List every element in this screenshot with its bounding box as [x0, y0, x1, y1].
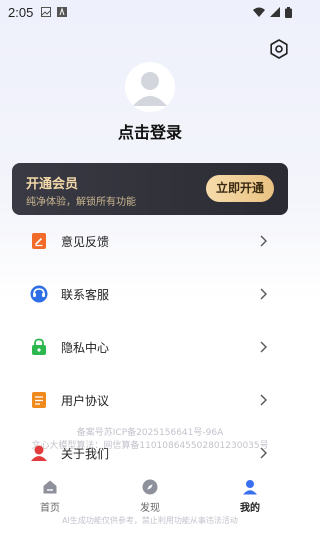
tab-label: 发现 [140, 503, 160, 514]
chevron-right-icon [260, 394, 267, 406]
chevron-right-icon [260, 288, 267, 300]
menu-item-label: 关于我们 [61, 446, 110, 461]
chevron-right-icon [260, 341, 267, 353]
compass-icon [142, 479, 158, 495]
feedback-icon [32, 233, 46, 249]
tab-discover[interactable]: 发现 [100, 470, 200, 515]
menu-item-label: 意见反馈 [61, 234, 110, 249]
settings-hexagon-icon[interactable] [268, 38, 290, 60]
wifi-icon [253, 7, 265, 17]
tab-label: 我的 [240, 503, 260, 514]
home-icon [43, 480, 57, 494]
about-us-icon [31, 445, 47, 461]
gallery-notification-icon [41, 7, 52, 17]
vip-subtitle: 纯净体验，解锁所有功能 [26, 197, 136, 208]
menu-item-label: 联系客服 [61, 287, 110, 302]
login-prompt[interactable]: 点击登录 [0, 119, 300, 143]
battery-icon [285, 6, 292, 18]
status-time: 2:05 [8, 4, 34, 20]
menu-item-label: 隐私中心 [61, 340, 110, 355]
chevron-right-icon [260, 447, 267, 459]
menu-item-label: 用户协议 [61, 393, 110, 408]
menu-item-privacy[interactable]: 隐私中心 [0, 327, 300, 367]
privacy-lock-icon [32, 338, 46, 355]
menu-item-about-us[interactable]: 关于我们 [0, 433, 300, 473]
tab-home[interactable]: 首页 [0, 470, 100, 515]
menu-item-customer-service[interactable]: 联系客服 [0, 274, 300, 314]
bottom-tab-bar: 首页 发现 我的 [0, 470, 300, 515]
menu-item-user-agreement[interactable]: 用户协议 [0, 380, 300, 420]
agreement-document-icon [32, 392, 46, 408]
vip-card[interactable]: 开通会员 纯净体验，解锁所有功能 立即开通 [12, 163, 288, 215]
text-notification-icon [57, 7, 68, 17]
tab-mine[interactable]: 我的 [200, 470, 300, 515]
ai-disclaimer: AI生成功能仅供参考，禁止利用功能从事违法活动 [62, 516, 238, 525]
menu-item-feedback[interactable]: 意见反馈 [0, 221, 300, 261]
profile-icon [243, 480, 257, 495]
avatar[interactable] [125, 62, 175, 112]
status-bar: 2:05 [0, 0, 300, 24]
default-avatar-icon [125, 62, 175, 112]
signal-icon [270, 7, 280, 17]
chevron-right-icon [260, 235, 267, 247]
customer-service-icon [30, 285, 48, 303]
activate-vip-button[interactable]: 立即开通 [206, 175, 274, 202]
tab-label: 首页 [40, 503, 60, 514]
vip-title: 开通会员 [26, 177, 79, 192]
status-right-icons [253, 6, 292, 18]
